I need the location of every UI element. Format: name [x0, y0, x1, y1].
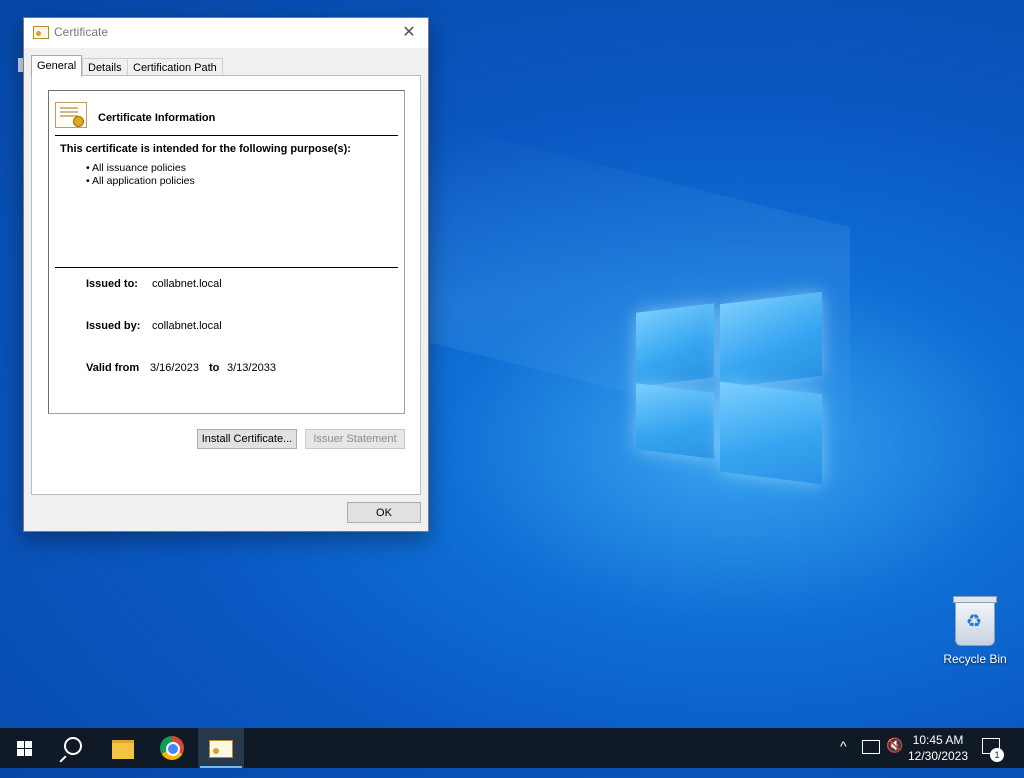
start-button[interactable]	[0, 728, 48, 768]
install-certificate-button[interactable]: Install Certificate...	[197, 429, 297, 449]
certificate-icon	[33, 26, 49, 39]
network-icon[interactable]	[862, 740, 880, 754]
chrome-icon	[160, 736, 184, 760]
certificate-info-box: Certificate Information This certificate…	[48, 90, 405, 414]
recycle-bin-icon: ♻	[953, 596, 997, 646]
divider	[55, 135, 398, 136]
purpose-item: • All application policies	[86, 175, 195, 187]
valid-from-label: Valid from	[86, 362, 140, 374]
folder-icon	[112, 740, 134, 759]
tab-general[interactable]: General	[31, 55, 83, 77]
clock-time: 10:45 AM	[912, 733, 964, 747]
tab-panel-general: Certificate Information This certificate…	[31, 75, 421, 495]
certificate-icon	[209, 740, 233, 758]
clock[interactable]: 10:45 AM 12/30/2023	[906, 732, 970, 764]
search-button[interactable]	[48, 728, 96, 768]
clock-date: 12/30/2023	[907, 749, 969, 763]
purpose-list: • All issuance policies • All applicatio…	[86, 162, 195, 188]
valid-to-value: 3/13/2033	[227, 362, 276, 374]
valid-from-value: 3/16/2023	[150, 362, 199, 374]
certificate-info-icon	[55, 102, 87, 128]
ok-button[interactable]: OK	[347, 502, 421, 523]
certificate-app-button[interactable]	[198, 728, 244, 768]
recycle-bin[interactable]: ♻ Recycle Bin	[938, 596, 1012, 666]
issuer-statement-button[interactable]: Issuer Statement	[305, 429, 405, 449]
chrome-button[interactable]	[148, 728, 196, 768]
close-button[interactable]: ✕	[398, 22, 420, 44]
windows-logo-wallpaper	[636, 290, 822, 485]
valid-to-label: to	[209, 362, 220, 374]
recycle-bin-label: Recycle Bin	[943, 652, 1007, 666]
dialog-title: Certificate	[54, 25, 109, 39]
notification-badge: 1	[990, 748, 1004, 762]
purpose-heading: This certificate is intended for the fol…	[60, 143, 351, 155]
tray-chevron-icon[interactable]: ^	[840, 738, 847, 778]
file-explorer-button[interactable]	[98, 728, 146, 768]
divider	[55, 267, 398, 268]
info-title: Certificate Information	[98, 112, 216, 124]
titlebar[interactable]: Certificate ✕	[24, 18, 428, 48]
volume-muted-icon[interactable]: 🔇	[886, 737, 903, 777]
issued-to-label: Issued to:	[86, 278, 138, 290]
taskbar: ^ 🔇 10:45 AM 12/30/2023 1	[0, 728, 1024, 768]
issued-to-value: collabnet.local	[152, 278, 222, 290]
issued-by-value: collabnet.local	[152, 320, 222, 332]
purpose-item: • All issuance policies	[86, 162, 186, 174]
issued-by-label: Issued by:	[86, 320, 141, 332]
certificate-dialog: Certificate ✕ General Details Certificat…	[23, 17, 429, 532]
